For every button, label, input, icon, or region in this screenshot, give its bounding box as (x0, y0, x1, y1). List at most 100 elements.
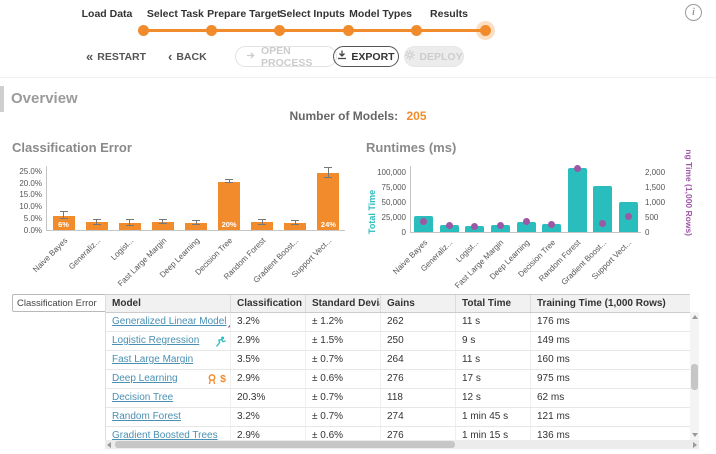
right-axis-tick-label: 1,500 (645, 183, 679, 192)
total-time-cell: 11 s (456, 313, 531, 331)
right-axis-title: Scoring Time (1,000 Rows) (684, 150, 694, 236)
column-header-2[interactable]: Standard Deviation (306, 295, 381, 312)
runtimes-plot-area (410, 166, 641, 233)
model-link[interactable]: Decision Tree (112, 389, 173, 407)
stepper-step-label: Results (430, 8, 468, 20)
column-header-3[interactable]: Gains (381, 295, 456, 312)
stepper-step-dot[interactable] (343, 25, 354, 36)
info-icon[interactable]: i (685, 4, 702, 21)
model-link[interactable]: Generalized Linear Model (112, 313, 227, 331)
error-whisker-cap (126, 225, 134, 226)
error-whisker-cap (159, 219, 167, 220)
error-whisker-cap (225, 179, 233, 180)
table-row: Logistic Regression2.9%± 1.5%2509 s149 m… (106, 332, 690, 351)
classification-error-cell: 3.5% (231, 351, 306, 369)
table-row: Decision Tree20.3%± 0.7%11812 s62 ms (106, 389, 690, 408)
column-header-5[interactable]: Training Time (1,000 Rows) (531, 295, 690, 312)
scoring-time-point-3[interactable] (497, 222, 504, 229)
standard-deviation-cell: ± 1.2% (306, 313, 381, 331)
error-bar-5[interactable]: 20% (218, 182, 240, 230)
horizontal-scroll-thumb[interactable] (115, 441, 455, 448)
model-icons: $ (207, 370, 226, 388)
table-vertical-scrollbar[interactable] (690, 312, 699, 440)
y-axis-tick-label: 10.0% (2, 202, 42, 211)
number-of-models-label: Number of Models: (289, 109, 398, 123)
model-link[interactable]: Fast Large Margin (112, 351, 193, 369)
table-header-row: ModelClassification ErrorStandard Deviat… (106, 295, 690, 313)
right-axis-tick-label: 2,000 (645, 168, 679, 177)
scoring-time-point-8[interactable] (625, 213, 632, 220)
medal-icon (207, 374, 217, 385)
total-time-bar-6[interactable] (568, 168, 587, 232)
total-time-cell: 9 s (456, 332, 531, 350)
model-cell: Decision Tree (106, 389, 231, 407)
scroll-right-icon[interactable] (693, 442, 697, 448)
error-whisker-cap (258, 219, 266, 220)
scoring-time-point-1[interactable] (446, 222, 453, 229)
double-chevron-left-icon: « (86, 50, 93, 63)
scoring-time-point-4[interactable] (523, 218, 530, 225)
right-axis-tick-label: 1,000 (645, 198, 679, 207)
y-axis-tick-label: 20.0% (2, 179, 42, 188)
training-time-cell: 975 ms (531, 370, 690, 388)
right-axis-title-clip: Scoring Time (1,000 Rows) (682, 150, 695, 285)
classification-error-cell: 3.2% (231, 313, 306, 331)
stepper-step-dot[interactable] (206, 25, 217, 36)
model-link[interactable]: Deep Learning (112, 370, 178, 388)
training-time-cell: 62 ms (531, 389, 690, 407)
total-time-cell: 1 min 45 s (456, 408, 531, 426)
error-whisker-cap (258, 224, 266, 225)
header-divider (0, 77, 716, 78)
classification-error-cell: 2.9% (231, 332, 306, 350)
stepper-step-dot[interactable] (411, 25, 422, 36)
model-link[interactable]: Random Forest (112, 408, 181, 426)
left-axis-title: Total Time (367, 190, 377, 234)
vertical-scroll-thumb[interactable] (691, 364, 698, 390)
error-whisker-cap (126, 219, 134, 220)
training-time-cell: 136 ms (531, 427, 690, 440)
scoring-time-point-0[interactable] (420, 218, 427, 225)
restart-button[interactable]: « RESTART (86, 46, 146, 67)
chevron-left-icon: ‹ (168, 50, 172, 63)
error-whisker-cap (60, 211, 68, 212)
stepper-line (143, 29, 485, 32)
table-horizontal-scrollbar[interactable] (105, 440, 699, 449)
training-time-cell: 149 ms (531, 332, 690, 350)
error-bar-8[interactable]: 24% (317, 173, 339, 230)
error-whisker-cap (324, 177, 332, 178)
bar-value-label: 24% (317, 220, 339, 229)
back-button[interactable]: ‹ BACK (168, 46, 207, 67)
gains-cell: 264 (381, 351, 456, 369)
stepper-step-dot[interactable] (138, 25, 149, 36)
scroll-up-icon[interactable] (692, 315, 698, 319)
gains-cell: 250 (381, 332, 456, 350)
column-header-0[interactable]: Model (106, 295, 231, 312)
scoring-time-point-6[interactable] (574, 165, 581, 172)
standard-deviation-cell: ± 0.6% (306, 370, 381, 388)
stepper-step-dot-current[interactable] (480, 25, 491, 36)
section-accent-bar (0, 86, 4, 112)
results-table: ModelClassification ErrorStandard Deviat… (105, 294, 690, 440)
classification-error-cell: 2.9% (231, 427, 306, 440)
model-cell: Deep Learning $ (106, 370, 231, 388)
scroll-left-icon[interactable] (107, 442, 111, 448)
model-link[interactable]: Gradient Boosted Trees (112, 427, 218, 440)
total-time-cell: 1 min 15 s (456, 427, 531, 440)
sort-column-dropdown[interactable]: Classification Error ▼ (12, 294, 116, 312)
error-whisker-cap (93, 224, 101, 225)
standard-deviation-cell: ± 0.7% (306, 351, 381, 369)
gains-cell: 274 (381, 408, 456, 426)
error-whisker-cap (159, 223, 167, 224)
scoring-time-point-7[interactable] (599, 220, 606, 227)
model-icons (215, 336, 226, 347)
column-header-4[interactable]: Total Time (456, 295, 531, 312)
column-header-1[interactable]: Classification Error (231, 295, 306, 312)
gains-cell: 118 (381, 389, 456, 407)
stepper-step-dot[interactable] (274, 25, 285, 36)
table-row: Generalized Linear Model3.2%± 1.2%26211 … (106, 313, 690, 332)
standard-deviation-cell: ± 0.6% (306, 427, 381, 440)
export-button[interactable]: EXPORT (333, 46, 399, 67)
scroll-down-icon[interactable] (692, 433, 698, 437)
model-link[interactable]: Logistic Regression (112, 332, 199, 350)
error-whisker-cap (324, 167, 332, 168)
